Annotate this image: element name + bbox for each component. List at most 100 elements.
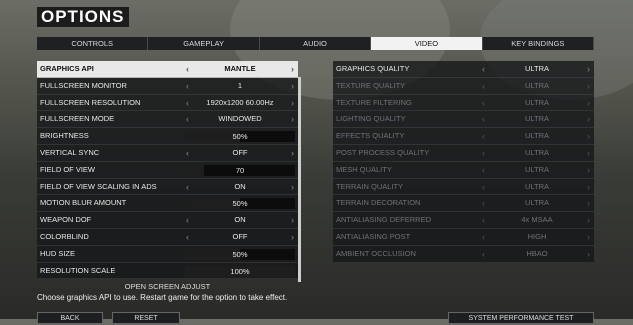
- setting-row[interactable]: GRAPHICS API ‹ MANTLE ›: [37, 61, 298, 78]
- chevron-right-icon: ›: [587, 131, 590, 142]
- setting-label: FULLSCREEN MONITOR: [40, 80, 127, 90]
- chevron-right-icon: ›: [587, 80, 590, 91]
- tab-key-bindings[interactable]: KEY BINDINGS: [482, 37, 595, 50]
- quality-label: TERRAIN QUALITY: [336, 181, 404, 191]
- tab-gameplay[interactable]: GAMEPLAY: [148, 37, 260, 50]
- setting-row[interactable]: WEAPON DOF ‹ ON ›: [37, 212, 298, 229]
- setting-label: HUD SIZE: [40, 248, 76, 258]
- tab-bar: CONTROLS GAMEPLAY AUDIO VIDEO KEY BINDIN…: [37, 37, 595, 50]
- setting-value: OFF: [232, 231, 248, 241]
- quality-row: ANTIALIASING POST ‹ HIGH ›: [333, 228, 594, 246]
- quality-row: TEXTURE QUALITY ‹ ULTRA ›: [333, 77, 594, 95]
- quality-label: ANTIALIASING POST: [336, 231, 411, 241]
- chevron-right-icon[interactable]: ›: [291, 229, 294, 246]
- quality-row: ANTIALIASING DEFERRED ‹ 4x MSAA ›: [333, 212, 594, 229]
- chevron-right-icon[interactable]: ›: [291, 78, 294, 95]
- setting-row[interactable]: VERTICAL SYNC ‹ OFF ›: [37, 144, 298, 162]
- setting-slider[interactable]: 50%: [185, 248, 295, 260]
- setting-row[interactable]: FIELD OF VIEW 70: [37, 161, 298, 179]
- quality-label: EFFECTS QUALITY: [336, 131, 405, 141]
- setting-value: 50%: [232, 249, 248, 259]
- setting-row[interactable]: FULLSCREEN MODE ‹ WINDOWED ›: [37, 111, 298, 129]
- setting-label: FIELD OF VIEW SCALING IN ADS: [40, 181, 157, 191]
- setting-label: FIELD OF VIEW: [40, 164, 96, 174]
- setting-label: RESOLUTION SCALE: [40, 265, 116, 275]
- setting-slider[interactable]: 70: [185, 164, 295, 176]
- chevron-right-icon: ›: [587, 231, 590, 242]
- setting-label: GRAPHICS API: [40, 64, 94, 73]
- chevron-right-icon[interactable]: ›: [587, 61, 590, 78]
- quality-value: ULTRA: [524, 131, 550, 141]
- setting-value: 100%: [230, 266, 250, 276]
- quality-value: ULTRA: [524, 80, 550, 90]
- quality-value: 4x MSAA: [521, 215, 553, 225]
- chevron-right-icon: ›: [587, 147, 590, 158]
- setting-value: 1920x1200 60.00Hz: [206, 97, 274, 107]
- quality-value: ULTRA: [524, 198, 550, 208]
- video-settings-left-list: GRAPHICS API ‹ MANTLE › FULLSCREEN MONITOR ‹ 1…: [37, 61, 298, 280]
- quality-row[interactable]: GRAPHICS QUALITY ‹ ULTRA ›: [333, 61, 594, 78]
- quality-label: POST PROCESS QUALITY: [336, 147, 430, 157]
- chevron-right-icon[interactable]: ›: [291, 212, 294, 229]
- setting-row[interactable]: FULLSCREEN MONITOR ‹ 1 ›: [37, 77, 298, 95]
- system-performance-test-button[interactable]: SYSTEM PERFORMANCE TEST: [448, 312, 594, 324]
- quality-label: TEXTURE FILTERING: [336, 97, 412, 107]
- setting-value: MANTLE: [224, 64, 256, 73]
- back-button[interactable]: BACK: [37, 312, 103, 324]
- chevron-right-icon[interactable]: ›: [291, 145, 294, 162]
- setting-slider[interactable]: 50%: [185, 131, 295, 143]
- quality-value: ULTRA: [524, 64, 550, 73]
- setting-slider[interactable]: 50%: [185, 198, 295, 210]
- setting-label: FULLSCREEN MODE: [40, 114, 115, 124]
- tab-controls[interactable]: CONTROLS: [37, 37, 149, 50]
- quality-row: MESH QUALITY ‹ ULTRA ›: [333, 161, 594, 179]
- quality-value: HBAO: [526, 248, 548, 258]
- setting-value: 50%: [232, 132, 248, 142]
- quality-label: MESH QUALITY: [336, 164, 392, 174]
- setting-row[interactable]: FULLSCREEN RESOLUTION ‹ 1920x1200 60.00Hz ›: [37, 94, 298, 112]
- chevron-right-icon: ›: [587, 181, 590, 192]
- scrollbar[interactable]: [298, 77, 301, 282]
- setting-value: ON: [234, 215, 246, 225]
- quality-label: TEXTURE QUALITY: [336, 80, 406, 90]
- setting-row[interactable]: FIELD OF VIEW SCALING IN ADS ‹ ON ›: [37, 178, 298, 196]
- setting-label: MOTION BLUR AMOUNT: [40, 198, 127, 208]
- quality-value: ULTRA: [524, 181, 550, 191]
- quality-value: ULTRA: [524, 147, 550, 157]
- setting-label: VERTICAL SYNC: [40, 147, 100, 157]
- setting-row[interactable]: COLORBLIND ‹ OFF ›: [37, 228, 298, 246]
- chevron-right-icon: ›: [587, 248, 590, 259]
- chevron-right-icon[interactable]: ›: [291, 179, 294, 196]
- setting-row[interactable]: MOTION BLUR AMOUNT 50%: [37, 195, 298, 213]
- quality-row: LIGHTING QUALITY ‹ ULTRA ›: [333, 111, 594, 129]
- setting-row[interactable]: HUD SIZE 50%: [37, 245, 298, 263]
- chevron-right-icon[interactable]: ›: [291, 111, 294, 128]
- reset-button[interactable]: RESET: [112, 312, 180, 324]
- setting-value: 50%: [232, 199, 248, 209]
- chevron-right-icon[interactable]: ›: [291, 61, 294, 78]
- setting-row[interactable]: BRIGHTNESS 50%: [37, 128, 298, 145]
- open-screen-adjust-link[interactable]: OPEN SCREEN ADJUST: [37, 282, 298, 291]
- graphics-quality-list: GRAPHICS QUALITY ‹ ULTRA › TEXTURE QUALITY ‹ U…: [333, 61, 594, 263]
- chevron-right-icon: ›: [587, 97, 590, 108]
- quality-row: EFFECTS QUALITY ‹ ULTRA ›: [333, 128, 594, 145]
- setting-value: WINDOWED: [218, 114, 262, 124]
- setting-slider[interactable]: 100%: [185, 265, 295, 277]
- tab-video[interactable]: VIDEO: [371, 37, 483, 50]
- chevron-right-icon: ›: [587, 198, 590, 209]
- quality-row: AMBIENT OCCLUSION ‹ HBAO ›: [333, 245, 594, 263]
- setting-value: 1: [237, 80, 243, 90]
- quality-value: HIGH: [527, 231, 547, 241]
- tab-audio[interactable]: AUDIO: [259, 37, 372, 50]
- setting-label: BRIGHTNESS: [40, 131, 89, 141]
- setting-value: 70: [235, 165, 245, 175]
- setting-row[interactable]: RESOLUTION SCALE 100%: [37, 262, 298, 280]
- setting-description: Choose graphics API to use. Restart game…: [37, 293, 288, 302]
- setting-value: ON: [234, 181, 246, 191]
- quality-row: TERRAIN DECORATION ‹ ULTRA ›: [333, 195, 594, 213]
- quality-row: POST PROCESS QUALITY ‹ ULTRA ›: [333, 144, 594, 162]
- chevron-right-icon[interactable]: ›: [291, 95, 294, 112]
- quality-label: TERRAIN DECORATION: [336, 198, 421, 208]
- chevron-right-icon: ›: [587, 215, 590, 226]
- quality-value: ULTRA: [524, 164, 550, 174]
